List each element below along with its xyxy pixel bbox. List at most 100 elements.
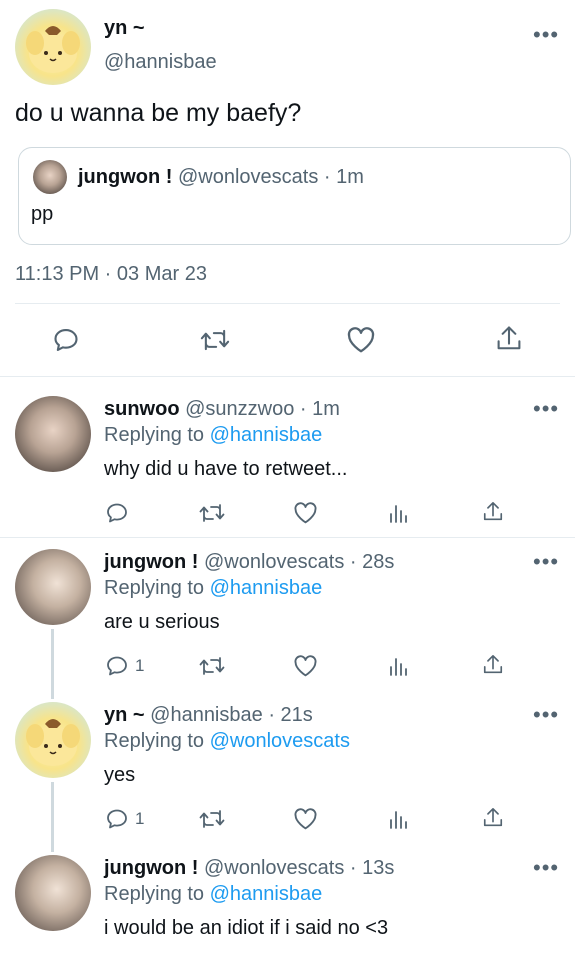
reply-count: 1	[135, 809, 145, 828]
more-icon[interactable]: •••	[533, 551, 559, 573]
reply-time: · 13s	[349, 857, 395, 879]
quote-time: · 1m	[323, 166, 364, 188]
like-icon	[347, 327, 375, 353]
share-button[interactable]	[482, 806, 504, 830]
author-handle[interactable]: @hannisbae	[104, 51, 217, 74]
like-icon	[294, 502, 317, 524]
share-icon	[483, 655, 503, 674]
share-icon	[483, 502, 503, 521]
reply-text: why did u have to retweet...	[104, 458, 348, 480]
reply-header: sunwoo @sunzzwoo · 1m	[104, 398, 340, 421]
replying-to: Replying to @hannisbae	[104, 424, 322, 447]
replying-to-link[interactable]: @hannisbae	[210, 577, 323, 599]
views-button[interactable]	[388, 655, 410, 677]
reply-text: yes	[104, 764, 136, 786]
reply-header: jungwon ! @wonlovescats · 13s	[104, 857, 394, 880]
quote-text: pp	[31, 203, 54, 225]
like-icon	[294, 808, 317, 830]
reply-button[interactable]: 1	[105, 654, 144, 678]
share-icon	[497, 326, 521, 350]
pompompurin-icon	[26, 719, 80, 766]
reply-icon	[107, 503, 127, 523]
quote-name: jungwon !	[78, 166, 173, 188]
author-name[interactable]: yn ~	[104, 17, 145, 40]
more-icon[interactable]: •••	[533, 398, 559, 420]
views-icon	[390, 658, 407, 676]
reply-name[interactable]: jungwon !	[104, 857, 198, 879]
reply-button[interactable]	[52, 326, 80, 354]
replying-to-link[interactable]: @hannisbae	[210, 883, 323, 905]
reply-handle[interactable]: @sunzzwoo	[185, 398, 294, 420]
reply-icon	[54, 329, 78, 351]
retweet-button[interactable]	[198, 501, 226, 525]
replying-to: Replying to @hannisbae	[104, 577, 322, 600]
quote-avatar	[33, 160, 67, 194]
thread-line	[51, 782, 54, 852]
reply-handle[interactable]: @wonlovescats	[204, 857, 344, 879]
reply-avatar[interactable]	[15, 702, 91, 778]
views-button[interactable]	[388, 502, 410, 524]
replying-to-link[interactable]: @wonlovescats	[210, 730, 350, 752]
divider	[0, 376, 575, 377]
reply-time: · 28s	[349, 551, 395, 573]
reply-icon	[107, 809, 127, 829]
reply-avatar[interactable]	[15, 396, 91, 472]
replying-prefix: Replying to	[104, 424, 210, 446]
reply-avatar[interactable]	[15, 549, 91, 625]
reply-header: jungwon ! @wonlovescats · 28s	[104, 551, 394, 574]
retweet-icon	[199, 657, 225, 675]
reply-name[interactable]: sunwoo	[104, 398, 180, 420]
reply-button[interactable]: 1	[105, 807, 144, 831]
tweet-timestamp[interactable]: 11:13 PM · 03 Mar 23	[15, 263, 207, 286]
like-button[interactable]	[293, 501, 318, 525]
views-button[interactable]	[388, 808, 410, 830]
replying-prefix: Replying to	[104, 883, 210, 905]
share-button[interactable]	[482, 500, 504, 524]
author-avatar[interactable]	[15, 9, 91, 85]
replying-prefix: Replying to	[104, 577, 210, 599]
quote-handle: @wonlovescats	[177, 166, 319, 188]
retweet-button[interactable]	[198, 807, 226, 831]
share-button[interactable]	[495, 324, 523, 354]
views-icon	[390, 811, 407, 829]
more-icon[interactable]: •••	[533, 857, 559, 879]
share-button[interactable]	[482, 653, 504, 677]
reply-name[interactable]: jungwon !	[104, 551, 198, 573]
reply-count: 1	[135, 656, 145, 675]
divider	[15, 303, 560, 304]
replying-to-link[interactable]: @hannisbae	[210, 424, 323, 446]
replying-to: Replying to @hannisbae	[104, 883, 322, 906]
reply-name[interactable]: yn ~	[104, 704, 145, 726]
reply-avatar[interactable]	[15, 855, 91, 931]
reply-text: are u serious	[104, 611, 220, 633]
retweet-button[interactable]	[199, 326, 231, 354]
reply-button[interactable]	[105, 501, 135, 525]
retweet-icon	[199, 504, 225, 522]
like-button[interactable]	[293, 654, 318, 678]
like-icon	[294, 655, 317, 677]
divider	[0, 537, 575, 538]
retweet-icon	[200, 329, 230, 351]
share-icon	[483, 808, 503, 827]
retweet-button[interactable]	[198, 654, 226, 678]
reply-handle[interactable]: @wonlovescats	[204, 551, 344, 573]
quote-header: jungwon ! @wonlovescats · 1m	[78, 166, 364, 189]
replying-prefix: Replying to	[104, 730, 210, 752]
reply-header: yn ~ @hannisbae · 21s	[104, 704, 313, 727]
pompompurin-icon	[26, 26, 80, 73]
like-button[interactable]	[293, 807, 318, 831]
reply-time: · 21s	[268, 704, 313, 726]
retweet-icon	[199, 810, 225, 828]
reply-time: · 1m	[299, 398, 340, 420]
replying-to: Replying to @wonlovescats	[104, 730, 350, 753]
thread-line	[51, 629, 54, 699]
views-icon	[390, 505, 407, 523]
reply-text: i would be an idiot if i said no <3	[104, 917, 389, 939]
like-button[interactable]	[346, 326, 376, 354]
tweet-text: do u wanna be my baefy?	[15, 99, 302, 127]
more-icon[interactable]: •••	[533, 24, 559, 46]
reply-handle[interactable]: @hannisbae	[150, 704, 263, 726]
more-icon[interactable]: •••	[533, 704, 559, 726]
reply-icon	[107, 656, 127, 676]
quote-tweet[interactable]	[18, 147, 571, 245]
